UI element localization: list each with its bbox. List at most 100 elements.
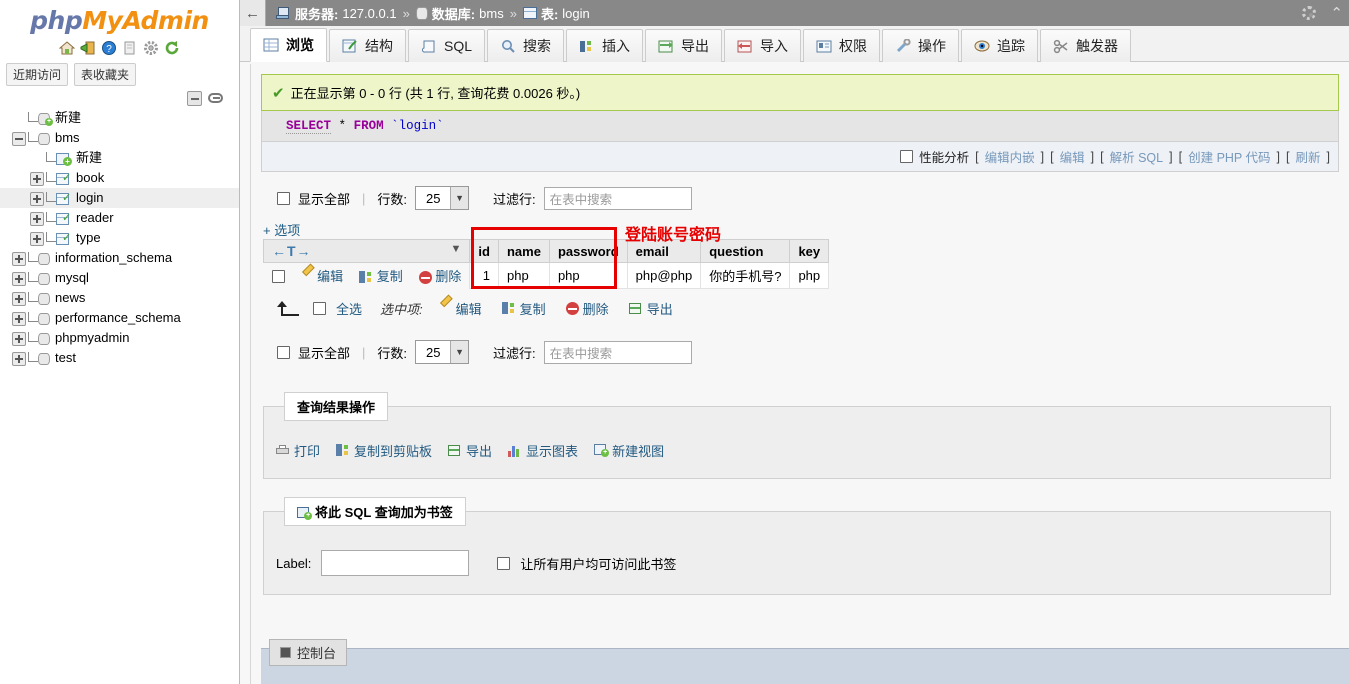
bulk-edit-label[interactable]: 编辑 [456,299,482,318]
select-all-checkbox[interactable] [313,302,326,315]
copy-to-clipboard-link[interactable]: 复制到剪贴板 [336,441,432,460]
print-icon [276,444,290,457]
tab-导出[interactable]: 导出 [645,29,723,62]
column-header-name[interactable]: name [497,239,550,263]
expand-icon[interactable] [12,351,26,366]
row-copy-cell[interactable]: 复制 [351,263,411,289]
docs-icon[interactable] [122,40,138,56]
display-chart-link[interactable]: 显示图表 [508,441,578,460]
column-header-id[interactable]: id [469,239,499,263]
row-edit-link[interactable]: 编辑 [317,269,343,284]
tab-浏览[interactable]: 浏览 [250,28,327,62]
rows-select-bottom[interactable]: 25 ▼ [415,340,470,364]
tab-触发器[interactable]: 触发器 [1040,29,1132,62]
favorite-tables-tab[interactable]: 表收藏夹 [74,63,137,86]
tree-item-bms[interactable]: bms [0,128,239,148]
row-copy-link[interactable]: 复制 [377,269,403,284]
collapse-icon[interactable] [12,131,26,146]
reload-icon[interactable] [164,40,180,56]
tab-搜索[interactable]: 搜索 [487,29,565,62]
bulk-delete-action[interactable]: 删除 [565,299,609,318]
bulk-delete-label[interactable]: 删除 [583,299,609,318]
bookmark-label-input[interactable] [321,550,470,576]
tree-item-login[interactable]: ✓ login [0,188,239,208]
tree-item-test[interactable]: test [0,348,239,368]
tab-结构[interactable]: 结构 [329,29,406,62]
bulk-copy-action[interactable]: 复制 [501,299,546,318]
sort-arrows-icon[interactable]: ←T→ [272,243,312,259]
expand-icon[interactable] [12,311,26,326]
profiling-label: 性能分析 [919,151,970,165]
rows-select-top[interactable]: 25 ▼ [415,186,470,210]
link-edit[interactable]: 编辑 [1060,147,1085,166]
row-select-checkbox[interactable] [271,270,285,284]
expand-icon[interactable] [30,171,44,186]
link-edit-inline[interactable]: 编辑内嵌 [985,147,1035,166]
console-toggle[interactable]: 控制台 [269,639,348,666]
tree-item-新建[interactable]: + 新建 [0,148,239,168]
expand-icon[interactable] [30,231,44,246]
options-toggle-link[interactable]: + 选项 [251,220,1349,239]
expand-icon[interactable] [12,331,26,346]
bookmark-share-checkbox[interactable] [497,556,511,570]
link-refresh[interactable]: 刷新 [1296,147,1321,166]
help-icon[interactable]: ? [101,40,117,56]
tab-插入[interactable]: 插入 [566,29,644,62]
profiling-checkbox[interactable] [900,150,914,163]
phpmyadmin-logo[interactable]: phpMyAdmin [0,0,239,35]
gear-icon[interactable] [1302,6,1317,20]
unlink-panel-icon[interactable] [208,93,223,103]
link-create-php-code[interactable]: 创建 PHP 代码 [1188,147,1270,166]
tab-SQL[interactable]: SQL [408,29,486,62]
row-edit-cell[interactable]: 编辑 [293,263,352,289]
tree-item-reader[interactable]: ✓ reader [0,208,239,228]
tree-item-information_schema[interactable]: information_schema [0,248,239,268]
expand-icon[interactable] [12,251,26,266]
tab-追踪[interactable]: 追踪 [961,29,1039,62]
breadcrumb-server-value[interactable]: 127.0.0.1 [342,6,396,21]
print-link[interactable]: 打印 [276,441,320,460]
sql-query-display[interactable]: SELECT * FROM `login` [261,111,1339,142]
show-all-checkbox-top[interactable] [277,191,290,205]
tree-item-phpmyadmin[interactable]: phpmyadmin [0,328,239,348]
row-delete-cell[interactable]: 删除 [411,263,470,289]
column-header-password[interactable]: password [548,239,628,263]
bulk-export-action[interactable]: 导出 [628,299,673,318]
tab-导入[interactable]: 导入 [724,29,802,62]
tree-item-type[interactable]: ✓ type [0,228,239,248]
expand-icon[interactable] [12,271,26,286]
expand-icon[interactable] [30,211,44,226]
tab-操作[interactable]: 操作 [882,29,960,62]
show-all-checkbox-bottom[interactable] [277,345,290,359]
select-all-label[interactable]: 全选 [336,299,362,318]
tree-item-book[interactable]: ✓ book [0,168,239,188]
bookmark-legend: + 将此 SQL 查询加为书签 [284,497,466,526]
settings-icon[interactable] [143,40,159,56]
collapse-icon[interactable]: ⌃ [1330,6,1343,21]
bulk-copy-label[interactable]: 复制 [520,299,546,318]
back-button[interactable]: ← [240,0,266,26]
bulk-export-label[interactable]: 导出 [647,299,673,318]
header-dropdown-icon[interactable]: ▼ [451,243,462,255]
recent-tables-tab[interactable]: 近期访问 [6,63,69,86]
tab-权限[interactable]: 权限 [803,29,881,62]
collapse-all-icon[interactable] [187,90,202,106]
column-header-key[interactable]: key [789,239,830,263]
home-icon[interactable] [58,40,76,56]
tree-item-performance_schema[interactable]: performance_schema [0,308,239,328]
expand-icon[interactable] [12,291,26,306]
row-delete-link[interactable]: 删除 [435,269,461,284]
export-link[interactable]: 导出 [448,441,492,460]
breadcrumb-db-value[interactable]: bms [479,6,504,21]
tree-item-mysql[interactable]: mysql [0,268,239,288]
filter-input-bottom[interactable]: 在表中搜索 [543,340,692,364]
create-view-link[interactable]: + 新建视图 [594,441,664,460]
bulk-edit-action[interactable]: 编辑 [439,299,482,318]
expand-icon[interactable] [30,191,44,206]
link-explain-sql[interactable]: 解析 SQL [1110,147,1164,166]
tree-item-新建[interactable]: + 新建 [0,108,239,128]
tree-item-news[interactable]: news [0,288,239,308]
logout-icon[interactable] [80,40,96,56]
breadcrumb-table-value[interactable]: login [562,6,589,21]
filter-input-top[interactable]: 在表中搜索 [543,186,692,210]
